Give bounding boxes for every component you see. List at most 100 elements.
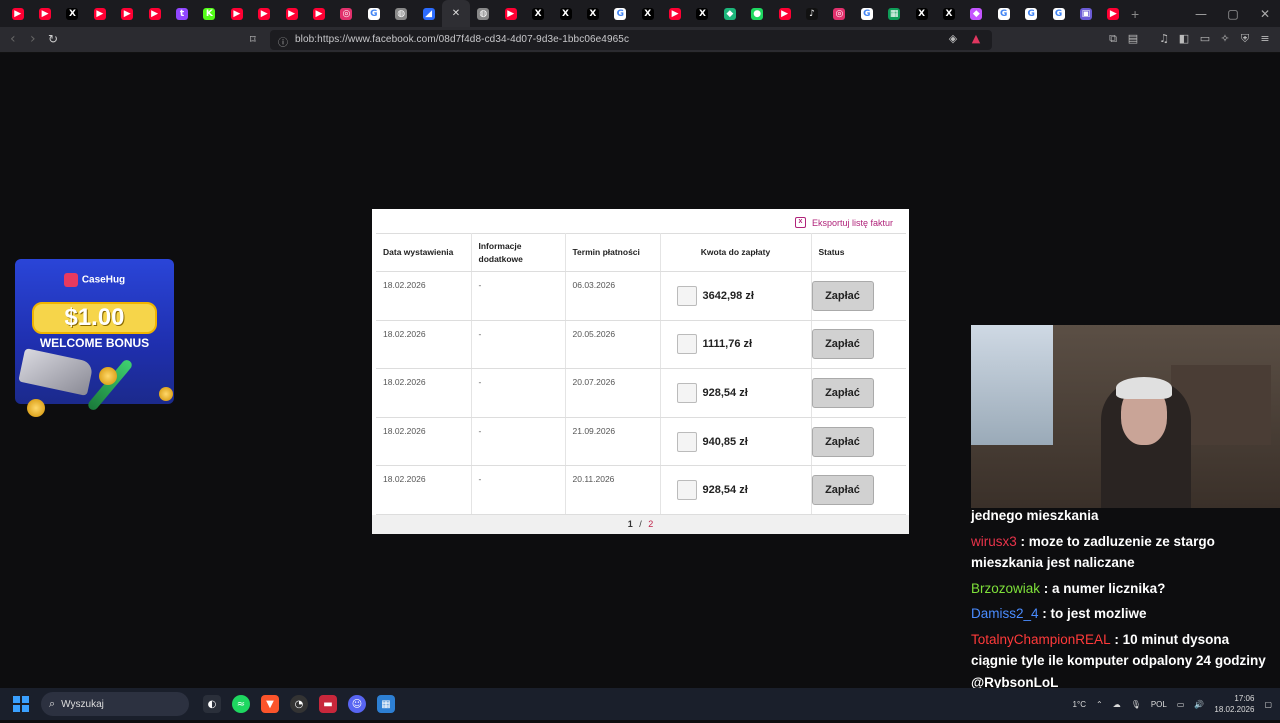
clock[interactable]: 17:06 18.02.2026	[1214, 693, 1254, 715]
chat-username[interactable]: Damiss2_4	[971, 606, 1039, 621]
browser-tab[interactable]: ✕	[442, 0, 470, 27]
browser-tab[interactable]: X	[59, 0, 86, 27]
brave-rewards-icon[interactable]: ▲	[970, 33, 982, 45]
browser-tab[interactable]: ▶	[141, 0, 168, 27]
new-tab-icon[interactable]: +	[1131, 6, 1139, 22]
volume-icon[interactable]: 🔊	[1194, 700, 1204, 709]
browser-tab[interactable]: ▶	[31, 0, 58, 27]
media-icon[interactable]: ♫	[1158, 33, 1170, 45]
browser-tab[interactable]: X	[634, 0, 661, 27]
weather-text[interactable]: 1°C	[1073, 700, 1086, 709]
browser-tab[interactable]: X	[935, 0, 962, 27]
browser-tab[interactable]: ▣	[1072, 0, 1099, 27]
menu-icon[interactable]: ≡	[1259, 33, 1271, 45]
select-invoice-checkbox[interactable]	[676, 480, 697, 501]
brave-shield-icon[interactable]: ◈	[947, 33, 959, 45]
browser-tab[interactable]: t	[168, 0, 195, 27]
brave-icon[interactable]: ▼	[261, 695, 279, 713]
export-invoices-link[interactable]: x Eksportuj listę faktur	[794, 217, 893, 228]
reader-icon[interactable]: ▤	[1127, 33, 1139, 45]
taskbar-search[interactable]: ⌕ Wyszukaj	[41, 692, 189, 716]
vpn-icon[interactable]: ⛨	[1239, 33, 1251, 45]
pay-button[interactable]: Zapłać	[811, 475, 874, 506]
bookmark-icon[interactable]: ⌑	[250, 33, 256, 46]
url-bar[interactable]: ⓘ blob:https://www.facebook.com/08d7f4d8…	[270, 30, 992, 50]
browser-tab[interactable]: ◆	[716, 0, 743, 27]
browser-tab[interactable]: X	[524, 0, 551, 27]
select-invoice-checkbox[interactable]	[676, 431, 697, 452]
browser-tab[interactable]: ◍	[387, 0, 414, 27]
page-current[interactable]: 1	[628, 519, 633, 529]
invoice-panel: x Eksportuj listę faktur Data wystawieni…	[372, 209, 909, 534]
site-info-icon[interactable]: ⓘ	[278, 34, 288, 49]
microphone-icon[interactable]: 🎙	[1131, 700, 1141, 709]
url-text[interactable]: blob:https://www.facebook.com/08d7f4d8-c…	[295, 34, 629, 45]
chevron-up-icon[interactable]: ⌃	[1096, 700, 1103, 709]
browser-tab[interactable]: ▶	[1100, 0, 1127, 27]
browser-tab[interactable]: ▶	[223, 0, 250, 27]
browser-tab[interactable]: X	[908, 0, 935, 27]
browser-tab[interactable]: ▦	[881, 0, 908, 27]
browser-tab[interactable]: X	[579, 0, 606, 27]
browser-tab[interactable]: G	[360, 0, 387, 27]
discord-icon[interactable]: ☺	[348, 695, 366, 713]
wallet-icon[interactable]: ▭	[1199, 33, 1211, 45]
page-next[interactable]: 2	[648, 519, 653, 529]
browser-tab[interactable]: ▶	[497, 0, 524, 27]
pay-button[interactable]: Zapłać	[811, 329, 874, 360]
browser-tab[interactable]: ▶	[251, 0, 278, 27]
browser-tab[interactable]: ▶	[114, 0, 141, 27]
browser-tab[interactable]: ◎	[826, 0, 853, 27]
browser-tab[interactable]: ●	[744, 0, 771, 27]
forward-icon[interactable]: ›	[30, 31, 36, 47]
browser-tab[interactable]: ◢	[415, 0, 442, 27]
notifications-icon[interactable]: ▢	[1264, 700, 1272, 709]
browser-tab[interactable]: G	[1017, 0, 1044, 27]
browser-tab[interactable]: ▶	[4, 0, 31, 27]
browser-tab[interactable]: ◆	[963, 0, 990, 27]
windows-start-icon[interactable]	[13, 696, 29, 712]
pay-button[interactable]: Zapłać	[811, 426, 874, 457]
close-window-icon[interactable]: ✕	[1250, 0, 1280, 27]
app-icon[interactable]: ▦	[377, 695, 395, 713]
export-label[interactable]: Eksportuj listę faktur	[812, 218, 893, 228]
browser-tab[interactable]: G	[853, 0, 880, 27]
pay-button[interactable]: Zapłać	[811, 280, 874, 311]
browser-tab[interactable]: K	[196, 0, 223, 27]
obs-icon[interactable]: ◔	[290, 695, 308, 713]
leo-ai-icon[interactable]: ✧	[1219, 33, 1231, 45]
pay-button[interactable]: Zapłać	[811, 377, 874, 408]
browser-tab[interactable]: G	[990, 0, 1017, 27]
app-icon[interactable]: ◐	[203, 695, 221, 713]
back-icon[interactable]: ‹	[10, 31, 16, 47]
spotify-icon[interactable]: ≈	[232, 695, 250, 713]
browser-tab[interactable]: G	[1045, 0, 1072, 27]
select-invoice-checkbox[interactable]	[676, 382, 697, 403]
browser-tab[interactable]: X	[689, 0, 716, 27]
reload-icon[interactable]: ↻	[48, 32, 58, 46]
chat-username[interactable]: wirusx3	[971, 534, 1017, 549]
extensions-icon[interactable]: ⧉	[1107, 33, 1119, 45]
browser-tab[interactable]: ▶	[305, 0, 332, 27]
minimize-icon[interactable]: —	[1186, 0, 1216, 27]
chat-username[interactable]: TotalnyChampionREAL	[971, 632, 1111, 647]
browser-tab[interactable]: ▶	[278, 0, 305, 27]
select-invoice-checkbox[interactable]	[676, 285, 697, 306]
sidebar-icon[interactable]: ◧	[1178, 33, 1190, 45]
monitor-icon[interactable]: ▭	[1177, 700, 1185, 709]
taskbar-search-placeholder[interactable]: Wyszukaj	[61, 699, 104, 710]
browser-tab[interactable]: G	[607, 0, 634, 27]
select-invoice-checkbox[interactable]	[676, 334, 697, 355]
browser-tab[interactable]: ▶	[661, 0, 688, 27]
browser-tab[interactable]: ◍	[470, 0, 497, 27]
language-indicator[interactable]: POL	[1151, 700, 1167, 709]
browser-tab[interactable]: ▶	[771, 0, 798, 27]
browser-tab[interactable]: ▶	[86, 0, 113, 27]
network-icon[interactable]: ☁	[1113, 700, 1121, 709]
browser-tab[interactable]: ◎	[333, 0, 360, 27]
browser-tab[interactable]: ♪	[798, 0, 825, 27]
maximize-icon[interactable]: ▢	[1218, 0, 1248, 27]
chat-username[interactable]: Brzozowiak	[971, 581, 1040, 596]
browser-tab[interactable]: X	[552, 0, 579, 27]
app-icon[interactable]: ▬	[319, 695, 337, 713]
